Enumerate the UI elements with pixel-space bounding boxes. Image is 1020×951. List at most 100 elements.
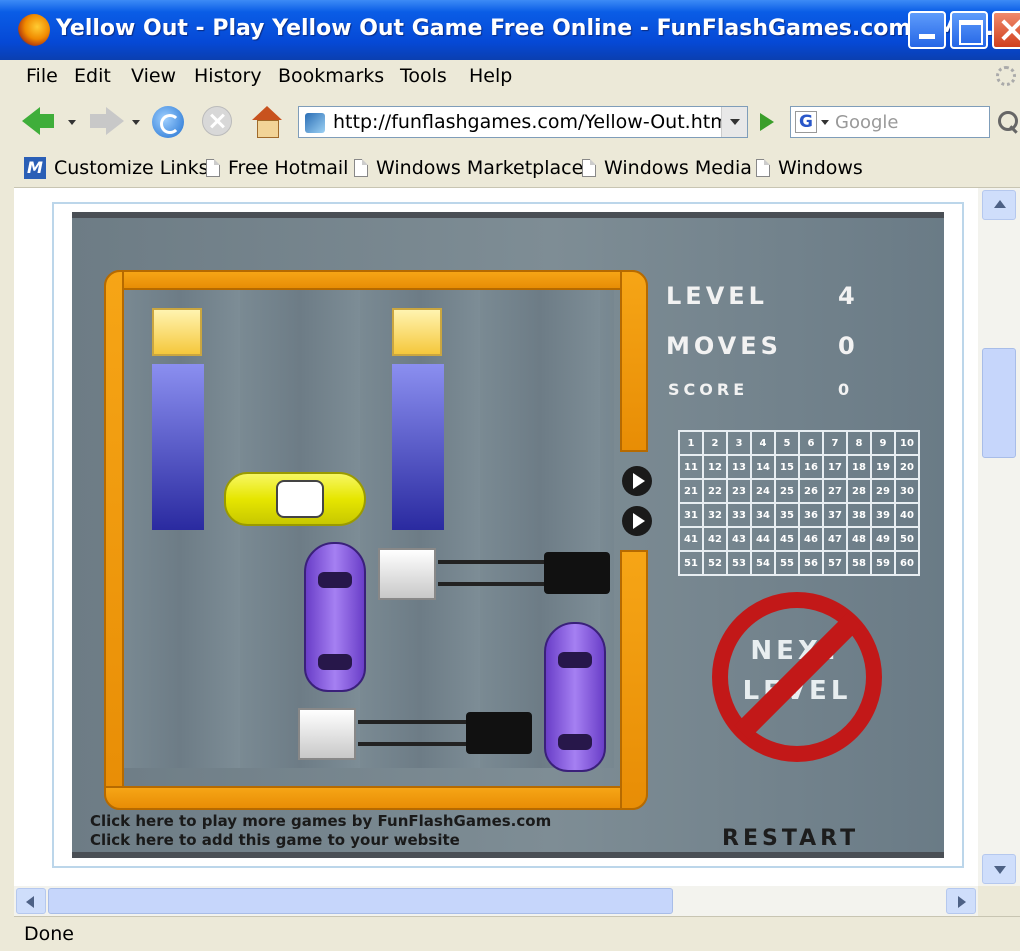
- level-cell[interactable]: 14: [750, 454, 776, 480]
- level-cell[interactable]: 33: [726, 502, 752, 528]
- search-engine-icon[interactable]: G: [795, 111, 817, 133]
- level-cell[interactable]: 4: [750, 430, 776, 456]
- scroll-up-button[interactable]: [982, 190, 1016, 220]
- purple-car[interactable]: [544, 622, 606, 772]
- menu-help[interactable]: Help: [469, 65, 512, 87]
- vertical-scroll-thumb[interactable]: [982, 348, 1016, 458]
- purple-car[interactable]: [304, 542, 366, 692]
- address-dropdown-button[interactable]: [721, 107, 747, 137]
- level-cell[interactable]: 30: [894, 478, 920, 504]
- level-cell[interactable]: 55: [774, 550, 800, 576]
- more-games-link[interactable]: Click here to play more games by FunFlas…: [90, 812, 551, 831]
- yellow-car[interactable]: [224, 472, 366, 526]
- stop-button[interactable]: [202, 106, 232, 136]
- level-cell[interactable]: 11: [678, 454, 704, 480]
- level-cell[interactable]: 31: [678, 502, 704, 528]
- close-button[interactable]: [992, 11, 1020, 49]
- level-cell[interactable]: 21: [678, 478, 704, 504]
- horizontal-scrollbar[interactable]: [14, 886, 978, 916]
- level-cell[interactable]: 42: [702, 526, 728, 552]
- maximize-button[interactable]: [950, 11, 988, 49]
- level-cell[interactable]: 39: [870, 502, 896, 528]
- level-cell[interactable]: 18: [846, 454, 872, 480]
- menu-tools[interactable]: Tools: [400, 65, 447, 87]
- bookmark-customize-links[interactable]: M Customize Links: [24, 157, 209, 179]
- level-cell[interactable]: 1: [678, 430, 704, 456]
- level-cell[interactable]: 3: [726, 430, 752, 456]
- level-cell[interactable]: 19: [870, 454, 896, 480]
- level-cell[interactable]: 15: [774, 454, 800, 480]
- search-box[interactable]: G Google: [790, 106, 990, 138]
- level-cell[interactable]: 37: [822, 502, 848, 528]
- level-cell[interactable]: 9: [870, 430, 896, 456]
- menu-edit[interactable]: Edit: [74, 65, 111, 87]
- level-cell[interactable]: 52: [702, 550, 728, 576]
- restart-button[interactable]: RESTART: [722, 826, 859, 851]
- bookmark-windows-marketplace[interactable]: Windows Marketplace: [354, 157, 583, 179]
- level-cell[interactable]: 49: [870, 526, 896, 552]
- level-cell[interactable]: 54: [750, 550, 776, 576]
- minimize-button[interactable]: [908, 11, 946, 49]
- level-cell[interactable]: 44: [750, 526, 776, 552]
- level-cell[interactable]: 50: [894, 526, 920, 552]
- level-cell[interactable]: 47: [822, 526, 848, 552]
- scroll-right-button[interactable]: [946, 888, 976, 914]
- address-bar[interactable]: http://funflashgames.com/Yellow-Out.html: [298, 106, 748, 138]
- level-cell[interactable]: 56: [798, 550, 824, 576]
- level-cell[interactable]: 22: [702, 478, 728, 504]
- search-icon[interactable]: [994, 106, 1020, 138]
- level-cell[interactable]: 2: [702, 430, 728, 456]
- level-cell[interactable]: 58: [846, 550, 872, 576]
- menu-file[interactable]: File: [26, 65, 58, 87]
- bookmark-windows-media[interactable]: Windows Media: [582, 157, 752, 179]
- game-canvas[interactable]: LEVEL 4 MOVES 0 SCORE 0 1 2 3 4 5 6 7 8 9 10 11 12 1…: [72, 212, 944, 858]
- level-cell[interactable]: 28: [846, 478, 872, 504]
- scroll-left-button[interactable]: [16, 888, 46, 914]
- reload-button[interactable]: [152, 106, 184, 138]
- level-cell[interactable]: 23: [726, 478, 752, 504]
- level-cell[interactable]: 17: [822, 454, 848, 480]
- menu-bookmarks[interactable]: Bookmarks: [278, 65, 384, 87]
- level-cell[interactable]: 41: [678, 526, 704, 552]
- level-cell[interactable]: 59: [870, 550, 896, 576]
- level-cell[interactable]: 46: [798, 526, 824, 552]
- blocker-post[interactable]: [392, 364, 444, 530]
- vertical-scrollbar[interactable]: [978, 188, 1020, 886]
- search-engine-dropdown[interactable]: [821, 120, 829, 125]
- level-cell[interactable]: 8: [846, 430, 872, 456]
- menu-history[interactable]: History: [194, 65, 262, 87]
- add-game-link[interactable]: Click here to add this game to your webs…: [90, 831, 551, 850]
- level-cell[interactable]: 53: [726, 550, 752, 576]
- menu-view[interactable]: View: [131, 65, 176, 87]
- forward-history-dropdown[interactable]: [132, 120, 140, 125]
- level-cell[interactable]: 51: [678, 550, 704, 576]
- level-cell[interactable]: 43: [726, 526, 752, 552]
- next-level-button[interactable]: NEXT LEVEL: [712, 592, 882, 762]
- horizontal-scroll-thumb[interactable]: [48, 888, 673, 914]
- go-button[interactable]: [752, 108, 780, 136]
- level-cell[interactable]: 26: [798, 478, 824, 504]
- level-cell[interactable]: 6: [798, 430, 824, 456]
- bookmark-windows[interactable]: Windows: [756, 157, 863, 179]
- level-cell[interactable]: 36: [798, 502, 824, 528]
- level-cell[interactable]: 7: [822, 430, 848, 456]
- level-cell[interactable]: 29: [870, 478, 896, 504]
- level-cell[interactable]: 25: [774, 478, 800, 504]
- back-button[interactable]: [22, 106, 56, 136]
- level-cell[interactable]: 34: [750, 502, 776, 528]
- home-button[interactable]: [250, 106, 284, 138]
- level-cell[interactable]: 5: [774, 430, 800, 456]
- level-cell[interactable]: 27: [822, 478, 848, 504]
- level-cell[interactable]: 45: [774, 526, 800, 552]
- level-cell[interactable]: 38: [846, 502, 872, 528]
- level-cell[interactable]: 32: [702, 502, 728, 528]
- level-cell[interactable]: 16: [798, 454, 824, 480]
- level-cell[interactable]: 10: [894, 430, 920, 456]
- level-cell[interactable]: 12: [702, 454, 728, 480]
- level-cell[interactable]: 35: [774, 502, 800, 528]
- back-history-dropdown[interactable]: [68, 120, 76, 125]
- scroll-down-button[interactable]: [982, 854, 1016, 884]
- search-placeholder[interactable]: Google: [835, 112, 898, 133]
- level-cell[interactable]: 40: [894, 502, 920, 528]
- level-cell[interactable]: 13: [726, 454, 752, 480]
